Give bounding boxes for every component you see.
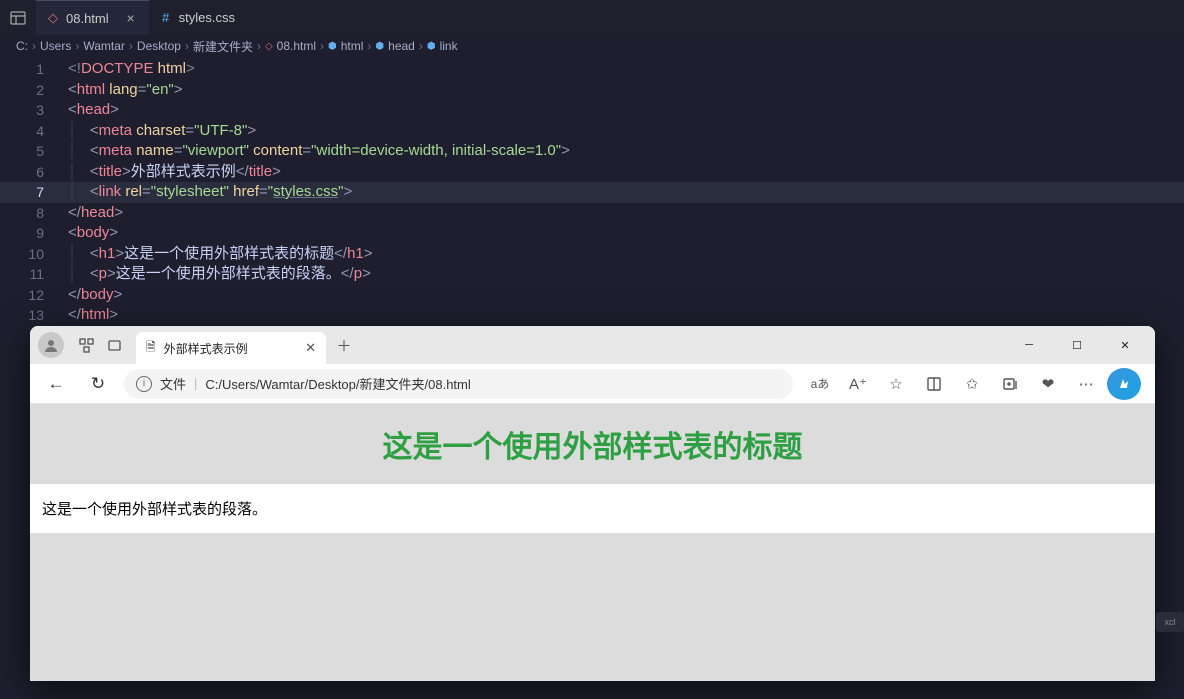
crumb[interactable]: 新建文件夹 xyxy=(193,38,253,55)
page-heading: 这是一个使用外部样式表的标题 xyxy=(30,422,1155,466)
crumb[interactable]: 08.html xyxy=(277,39,316,53)
code-line: <head> xyxy=(68,100,119,121)
back-button[interactable]: ← xyxy=(40,368,72,400)
refresh-button[interactable]: ↻ xyxy=(82,368,114,400)
address-bar[interactable]: i 文件 | C:/Users/Wamtar/Desktop/新建文件夹/08.… xyxy=(124,369,793,399)
browser-tab-title: 外部样式表示例 xyxy=(164,340,248,357)
new-tab-button[interactable]: ＋ xyxy=(330,331,358,359)
chevron-right-icon: › xyxy=(75,39,79,53)
favorite-icon[interactable]: ☆ xyxy=(879,368,913,400)
tab-bar: ◇ 08.html × # styles.css xyxy=(0,0,1184,35)
line-number: 2 xyxy=(0,80,68,101)
code-line: │ <meta charset="UTF-8"> xyxy=(68,121,256,142)
code-line: </head> xyxy=(68,203,123,224)
collections-icon[interactable] xyxy=(993,368,1027,400)
more-icon[interactable]: ⋯ xyxy=(1069,368,1103,400)
crumb[interactable]: head xyxy=(388,39,415,53)
workspaces-icon[interactable] xyxy=(72,331,100,359)
close-button[interactable]: ✕ xyxy=(1103,330,1147,360)
tab-label: 08.html xyxy=(66,11,109,26)
line-number: 8 xyxy=(0,203,68,224)
code-line: </html> xyxy=(68,305,118,326)
code-line: <html lang="en"> xyxy=(68,80,183,101)
code-line: <!DOCTYPE html> xyxy=(68,59,195,80)
tab-label: styles.css xyxy=(179,10,235,25)
browser-tab[interactable]: 🗎 外部样式表示例 ✕ xyxy=(136,332,326,364)
url-prefix: 文件 xyxy=(160,374,186,393)
tab-08-html[interactable]: ◇ 08.html × xyxy=(36,0,149,35)
line-number: 12 xyxy=(0,285,68,306)
crumb[interactable]: Wamtar xyxy=(83,39,125,53)
code-line: <body> xyxy=(68,223,118,244)
line-number: 6 xyxy=(0,162,68,183)
line-number: 13 xyxy=(0,305,68,326)
code-line: │ <link rel="stylesheet" href="styles.cs… xyxy=(68,182,352,203)
line-number: 7 xyxy=(0,182,68,203)
url-separator: | xyxy=(194,376,197,391)
html-file-icon: ◇ xyxy=(46,11,60,25)
code-line: │ <meta name="viewport" content="width=d… xyxy=(68,141,570,162)
close-icon[interactable]: ✕ xyxy=(305,340,316,356)
code-editor[interactable]: 1<!DOCTYPE html> 2<html lang="en"> 3<hea… xyxy=(0,57,1184,328)
chevron-right-icon: › xyxy=(367,39,371,53)
crumb[interactable]: link xyxy=(440,39,458,53)
line-number: 11 xyxy=(0,264,68,285)
browser-window: 🗎 外部样式表示例 ✕ ＋ ─ ☐ ✕ ← ↻ i 文件 | C:/Users/… xyxy=(30,326,1155,681)
info-icon[interactable]: i xyxy=(136,376,152,392)
breadcrumb: C: › Users › Wamtar › Desktop › 新建文件夹 › ◇ 08.h… xyxy=(0,35,1184,57)
copilot-icon[interactable] xyxy=(1107,368,1141,400)
document-icon: 🗎 xyxy=(146,338,156,359)
chevron-right-icon: › xyxy=(32,39,36,53)
code-line: │ <p>这是一个使用外部样式表的段落。</p> xyxy=(68,264,371,285)
extensions-icon[interactable]: ❤ xyxy=(1031,368,1065,400)
minimap-indicator: xcl xyxy=(1156,612,1184,632)
symbol-icon: ⬢ xyxy=(375,41,384,52)
close-icon[interactable]: × xyxy=(123,10,139,26)
browser-toolbar: ← ↻ i 文件 | C:/Users/Wamtar/Desktop/新建文件夹… xyxy=(30,364,1155,404)
line-number: 9 xyxy=(0,223,68,244)
css-file-icon: # xyxy=(159,11,173,25)
crumb[interactable]: C: xyxy=(16,39,28,53)
crumb[interactable]: html xyxy=(341,39,364,53)
symbol-icon: ⬢ xyxy=(427,41,436,52)
maximize-button[interactable]: ☐ xyxy=(1055,330,1099,360)
line-number: 3 xyxy=(0,100,68,121)
line-number: 10 xyxy=(0,244,68,265)
read-aloud-icon[interactable]: A⁺ xyxy=(841,368,875,400)
layout-icon[interactable] xyxy=(10,10,26,26)
chevron-right-icon: › xyxy=(320,39,324,53)
tabs-icon[interactable] xyxy=(100,331,128,359)
profile-icon[interactable] xyxy=(38,332,64,358)
minimize-button[interactable]: ─ xyxy=(1007,330,1051,360)
symbol-icon: ⬢ xyxy=(328,41,337,52)
url-text: C:/Users/Wamtar/Desktop/新建文件夹/08.html xyxy=(205,374,470,393)
code-line: │ <title>外部样式表示例</title> xyxy=(68,162,281,183)
page-paragraph: 这是一个使用外部样式表的段落。 xyxy=(42,498,1143,519)
line-number: 5 xyxy=(0,141,68,162)
window-controls: ─ ☐ ✕ xyxy=(1007,330,1147,360)
browser-content: 这是一个使用外部样式表的标题 这是一个使用外部样式表的段落。 xyxy=(30,404,1155,681)
toolbar-actions: aあ A⁺ ☆ ✩ ❤ ⋯ xyxy=(803,368,1145,400)
chevron-right-icon: › xyxy=(419,39,423,53)
favorites-bar-icon[interactable]: ✩ xyxy=(955,368,989,400)
code-line: │ <h1>这是一个使用外部样式表的标题</h1> xyxy=(68,244,373,265)
line-number: 4 xyxy=(0,121,68,142)
code-line: </body> xyxy=(68,285,122,306)
split-icon[interactable] xyxy=(917,368,951,400)
crumb[interactable]: Users xyxy=(40,39,71,53)
tab-styles-css[interactable]: # styles.css xyxy=(149,0,245,35)
chevron-right-icon: › xyxy=(129,39,133,53)
chevron-right-icon: › xyxy=(257,39,261,53)
crumb[interactable]: Desktop xyxy=(137,39,181,53)
line-number: 1 xyxy=(0,59,68,80)
chevron-right-icon: › xyxy=(185,39,189,53)
browser-titlebar: 🗎 外部样式表示例 ✕ ＋ ─ ☐ ✕ xyxy=(30,326,1155,364)
translate-icon[interactable]: aあ xyxy=(803,368,837,400)
file-icon: ◇ xyxy=(265,41,273,52)
